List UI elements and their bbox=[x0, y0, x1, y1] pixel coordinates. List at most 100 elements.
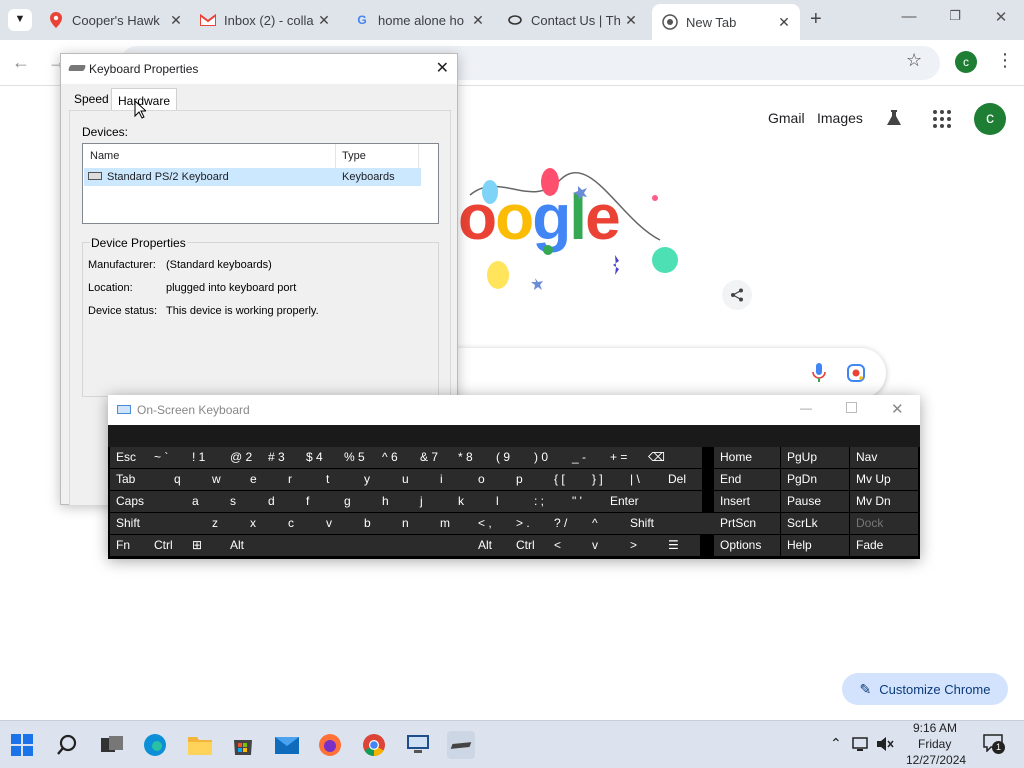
apps-grid-icon[interactable] bbox=[932, 109, 952, 134]
account-avatar[interactable]: c bbox=[974, 103, 1006, 135]
osk-nav-key[interactable]: End bbox=[714, 469, 780, 490]
osk-key[interactable]: * 8 bbox=[452, 447, 490, 468]
clock-date[interactable]: 12/27/2024 bbox=[906, 753, 966, 767]
osk-key[interactable]: : ; bbox=[528, 491, 566, 512]
osk-key[interactable]: + = bbox=[604, 447, 642, 468]
osk-key[interactable]: Alt bbox=[224, 535, 262, 556]
remote-desktop-icon[interactable] bbox=[404, 731, 432, 759]
osk-nav-key[interactable]: PgDn bbox=[781, 469, 849, 490]
osk-key[interactable]: ) 0 bbox=[528, 447, 566, 468]
tab-coopers-hawk[interactable]: Cooper's Hawk ✕ bbox=[48, 6, 184, 34]
tab-new-tab[interactable]: New Tab ✕ bbox=[652, 4, 800, 40]
osk-key[interactable]: u bbox=[396, 469, 434, 490]
osk-key[interactable]: Enter bbox=[604, 491, 702, 512]
osk-key[interactable]: v bbox=[320, 513, 358, 534]
osk-key[interactable]: < , bbox=[472, 513, 510, 534]
osk-nav-key[interactable]: Pause bbox=[781, 491, 849, 512]
osk-nav-key[interactable]: Mv Dn bbox=[850, 491, 918, 512]
osk-key[interactable]: w bbox=[206, 469, 244, 490]
osk-nav-key[interactable]: Dock bbox=[850, 513, 918, 534]
osk-key[interactable]: ^ 6 bbox=[376, 447, 414, 468]
osk-key[interactable]: e bbox=[244, 469, 282, 490]
osk-key[interactable]: Tab bbox=[110, 469, 168, 490]
tab-search-button[interactable]: ▼ bbox=[8, 9, 32, 31]
start-windows-icon[interactable] bbox=[8, 731, 36, 759]
osk-key[interactable]: Shift bbox=[624, 513, 720, 534]
close-icon[interactable]: ✕ bbox=[436, 58, 449, 78]
osk-key[interactable]: } ] bbox=[586, 469, 624, 490]
osk-key[interactable]: | \ bbox=[624, 469, 662, 490]
osk-key[interactable]: o bbox=[472, 469, 510, 490]
osk-key[interactable]: Caps bbox=[110, 491, 186, 512]
osk-key[interactable]: z bbox=[206, 513, 244, 534]
bookmark-star-icon[interactable]: ☆ bbox=[906, 50, 922, 71]
osk-nav-key[interactable]: PgUp bbox=[781, 447, 849, 468]
menu-kebab-icon[interactable]: ⋮ bbox=[996, 50, 1014, 71]
osk-nav-key[interactable]: Nav bbox=[850, 447, 918, 468]
voice-search-mic-icon[interactable] bbox=[812, 363, 826, 388]
osk-key[interactable]: $ 4 bbox=[300, 447, 338, 468]
osk-key[interactable]: Del bbox=[662, 469, 702, 490]
osk-key[interactable]: ☰ bbox=[662, 535, 700, 556]
search-icon[interactable] bbox=[53, 731, 81, 759]
clock-time[interactable]: 9:16 AM bbox=[913, 721, 957, 735]
osk-key[interactable]: v bbox=[586, 535, 624, 556]
new-tab-button[interactable]: + bbox=[810, 8, 822, 31]
osk-key[interactable]: f bbox=[300, 491, 338, 512]
osk-key[interactable]: m bbox=[434, 513, 472, 534]
volume-muted-icon[interactable] bbox=[876, 736, 894, 757]
osk-key[interactable]: Esc bbox=[110, 447, 148, 468]
osk-nav-key[interactable]: Options bbox=[714, 535, 780, 556]
tab-speed[interactable]: Speed bbox=[74, 92, 109, 106]
task-view-icon[interactable] bbox=[98, 731, 126, 759]
osk-key[interactable]: ! 1 bbox=[186, 447, 224, 468]
clock-day[interactable]: Friday bbox=[918, 737, 951, 751]
osk-key[interactable]: j bbox=[414, 491, 452, 512]
osk-key[interactable]: Fn bbox=[110, 535, 148, 556]
osk-nav-key[interactable]: Help bbox=[781, 535, 849, 556]
back-icon[interactable]: ← bbox=[12, 52, 30, 73]
osk-key[interactable]: l bbox=[490, 491, 528, 512]
osk-key[interactable]: t bbox=[320, 469, 358, 490]
osk-key[interactable]: _ - bbox=[566, 447, 604, 468]
osk-nav-key[interactable]: PrtScn bbox=[714, 513, 780, 534]
osk-key[interactable]: > bbox=[624, 535, 662, 556]
osk-key[interactable]: < bbox=[548, 535, 586, 556]
osk-key[interactable]: Ctrl bbox=[148, 535, 186, 556]
devices-list[interactable]: Name Type Standard PS/2 Keyboard Keyboar… bbox=[82, 143, 439, 224]
google-search-box[interactable] bbox=[420, 348, 886, 398]
osk-key[interactable]: y bbox=[358, 469, 396, 490]
osk-key[interactable]: { [ bbox=[548, 469, 586, 490]
osk-key[interactable]: ? / bbox=[548, 513, 586, 534]
osk-key[interactable]: ^ bbox=[586, 513, 624, 534]
column-header-type[interactable]: Type bbox=[342, 150, 366, 162]
osk-key[interactable]: ⊞ bbox=[186, 535, 224, 556]
keyboard-properties-taskbar-icon[interactable] bbox=[447, 731, 475, 759]
google-lens-icon[interactable] bbox=[846, 363, 866, 388]
osk-key[interactable]: g bbox=[338, 491, 376, 512]
close-icon[interactable]: ✕ bbox=[470, 12, 486, 29]
osk-key[interactable]: Shift bbox=[110, 513, 206, 534]
osk-key[interactable]: k bbox=[452, 491, 490, 512]
file-explorer-icon[interactable] bbox=[186, 731, 214, 759]
tab-contact-us[interactable]: Contact Us | Th ✕ bbox=[507, 6, 639, 34]
tab-gmail[interactable]: Inbox (2) - colla ✕ bbox=[200, 6, 332, 34]
share-doodle-button[interactable] bbox=[722, 280, 752, 310]
osk-key[interactable]: q bbox=[168, 469, 206, 490]
column-header-name[interactable]: Name bbox=[90, 150, 119, 162]
minimize-icon[interactable]: — bbox=[889, 8, 929, 25]
osk-nav-key[interactable]: Mv Up bbox=[850, 469, 918, 490]
osk-key[interactable]: c bbox=[282, 513, 320, 534]
images-link[interactable]: Images bbox=[817, 110, 863, 126]
maximize-icon[interactable] bbox=[846, 402, 857, 413]
gmail-link[interactable]: Gmail bbox=[768, 110, 805, 126]
osk-key[interactable]: h bbox=[376, 491, 414, 512]
chrome-taskbar-icon[interactable] bbox=[360, 731, 388, 759]
osk-key[interactable]: " ' bbox=[566, 491, 604, 512]
close-icon[interactable]: ✕ bbox=[776, 14, 792, 31]
osk-key[interactable]: > . bbox=[510, 513, 548, 534]
osk-key[interactable]: s bbox=[224, 491, 262, 512]
notifications-icon[interactable]: 1 bbox=[983, 734, 1005, 754]
close-icon[interactable]: ✕ bbox=[316, 12, 332, 29]
osk-key[interactable]: # 3 bbox=[262, 447, 300, 468]
